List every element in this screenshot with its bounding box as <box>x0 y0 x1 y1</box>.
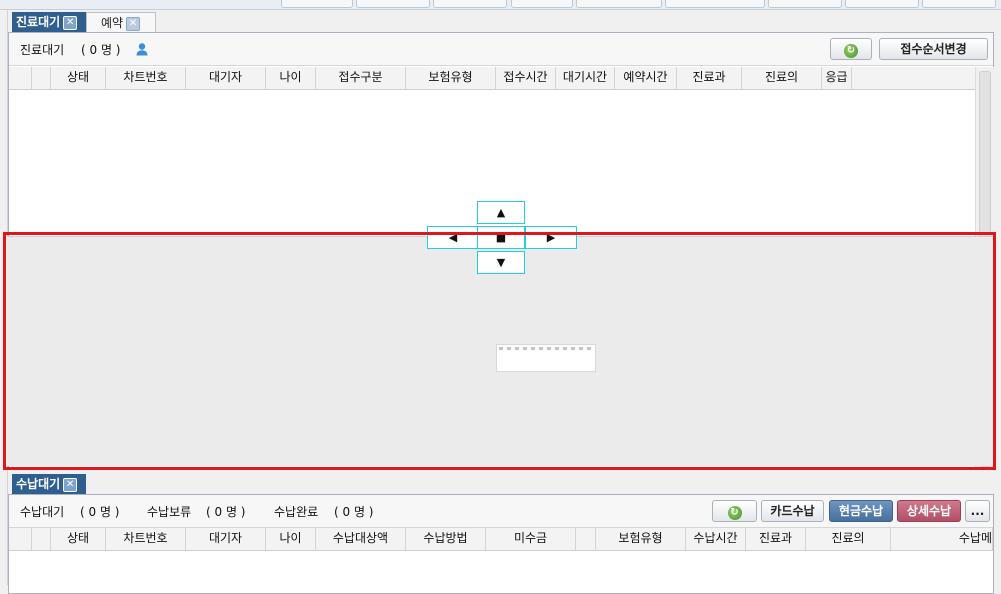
col-doctor[interactable]: 진료의 <box>742 67 822 89</box>
detail-payment-button[interactable]: 상세수납 <box>897 500 961 522</box>
top-strip-button[interactable] <box>433 0 507 8</box>
col-chart-number[interactable]: 차트번호 <box>106 67 186 89</box>
cash-payment-button[interactable]: 현금수납 <box>829 500 893 522</box>
col-patient[interactable]: 대기자 <box>186 67 266 89</box>
col-age[interactable]: 나이 <box>266 528 316 550</box>
col-payment-memo[interactable]: 수납메 <box>891 528 993 550</box>
top-strip-button[interactable] <box>768 0 842 8</box>
col-check[interactable] <box>32 528 51 550</box>
top-strip-button[interactable] <box>665 0 765 8</box>
col-payment-amount[interactable]: 수납대상액 <box>316 528 406 550</box>
col-reservation-time[interactable]: 예약시간 <box>615 67 677 89</box>
payment-table-header: 상태 차트번호 대기자 나이 수납대상액 수납방법 미수금 보험유형 수납시간 … <box>9 528 993 551</box>
close-icon[interactable]: ✕ <box>126 16 141 31</box>
refresh-icon: ↻ <box>844 44 858 58</box>
top-window-strip <box>0 0 1001 10</box>
waiting-count: ( 0 명 ) <box>81 43 121 57</box>
payment-hold-count: ( 0 명 ) <box>206 505 246 519</box>
col-reception-type[interactable]: 접수구분 <box>316 67 406 89</box>
col-payment-time[interactable]: 수납시간 <box>686 528 746 550</box>
col-blank[interactable] <box>9 528 32 550</box>
refresh-icon: ↻ <box>727 506 742 520</box>
waiting-table-header: 상태 차트번호 대기자 나이 접수구분 보험유형 접수시간 대기시간 예약시간 … <box>9 67 975 90</box>
payment-waiting-label: 수납대기 <box>20 505 65 519</box>
col-wait-time[interactable]: 대기시간 <box>556 67 615 89</box>
col-status[interactable]: 상태 <box>51 528 106 550</box>
col-age[interactable]: 나이 <box>266 67 316 89</box>
col-emergency[interactable]: 응급 <box>822 67 852 89</box>
top-strip-button[interactable] <box>922 0 996 8</box>
col-check[interactable] <box>32 67 51 89</box>
person-icon <box>135 42 149 56</box>
tab-reservation[interactable]: 예약 ✕ <box>86 12 156 32</box>
top-strip-button[interactable] <box>281 0 353 8</box>
top-strip-button[interactable] <box>511 0 573 8</box>
col-doctor[interactable]: 진료의 <box>806 528 891 550</box>
tab-label: 수납대기 <box>16 477 61 491</box>
col-blank[interactable] <box>9 67 32 89</box>
tab-treatment-waiting[interactable]: 진료대기 ✕ <box>12 12 86 32</box>
col-department[interactable]: 진료과 <box>746 528 806 550</box>
col-department[interactable]: 진료과 <box>677 67 742 89</box>
highlight-box <box>3 232 996 470</box>
more-button[interactable]: ... <box>965 500 990 522</box>
top-strip-button[interactable] <box>576 0 662 8</box>
top-strip-button[interactable] <box>845 0 919 8</box>
tab-payment-waiting[interactable]: 수납대기 ✕ <box>12 474 86 494</box>
top-strip-button[interactable] <box>356 0 430 8</box>
close-icon[interactable]: ✕ <box>63 15 78 30</box>
close-icon[interactable]: ✕ <box>63 477 78 492</box>
tab-label: 예약 <box>101 16 124 30</box>
payment-done-count: ( 0 명 ) <box>334 505 374 519</box>
col-patient[interactable]: 대기자 <box>186 528 266 550</box>
col-blank-2[interactable] <box>576 528 596 550</box>
panel-toolbar: 수납대기 ( 0 명 ) 수납보류 ( 0 명 ) 수납완료 ( 0 명 ) ↻… <box>9 495 993 528</box>
col-status[interactable]: 상태 <box>51 67 106 89</box>
payment-waiting-panel: 수납대기 ( 0 명 ) 수납보류 ( 0 명 ) 수납완료 ( 0 명 ) ↻… <box>8 494 994 594</box>
card-payment-button[interactable]: 카드수납 <box>761 500 824 522</box>
col-insurance-type[interactable]: 보험유형 <box>596 528 686 550</box>
col-reception-time[interactable]: 접수시간 <box>496 67 556 89</box>
payment-hold-label: 수납보류 <box>147 505 192 519</box>
refresh-button[interactable]: ↻ <box>830 38 872 60</box>
refresh-button[interactable]: ↻ <box>712 500 757 522</box>
waiting-label: 진료대기 <box>20 43 65 57</box>
payment-done-label: 수납완료 <box>274 505 319 519</box>
tab-label: 진료대기 <box>16 15 61 29</box>
panel-toolbar: 진료대기 ( 0 명 ) ↻ 접수순서변경 <box>9 33 993 66</box>
col-unpaid[interactable]: 미수금 <box>486 528 576 550</box>
payment-waiting-count: ( 0 명 ) <box>80 505 120 519</box>
col-insurance-type[interactable]: 보험유형 <box>406 67 496 89</box>
col-payment-method[interactable]: 수납방법 <box>406 528 486 550</box>
dock-up-arrow[interactable]: ▲ <box>477 201 525 224</box>
col-chart-number[interactable]: 차트번호 <box>106 528 186 550</box>
change-order-button[interactable]: 접수순서변경 <box>879 38 988 60</box>
